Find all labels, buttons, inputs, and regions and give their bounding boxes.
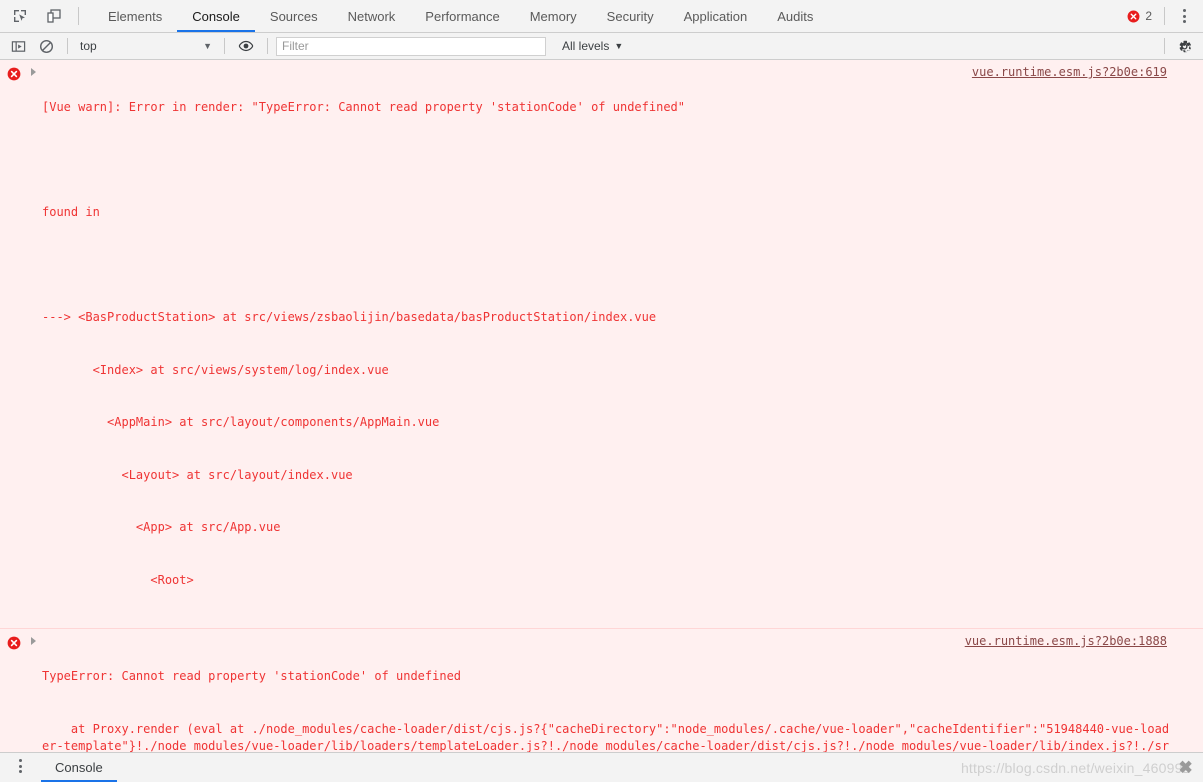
inspect-element-glyph (14, 10, 26, 22)
devtools-main-menu-icon[interactable] (1171, 3, 1197, 29)
console-toolbar-divider-4 (1164, 38, 1165, 54)
tab-sources[interactable]: Sources (255, 0, 333, 32)
panel-tabs: Elements Console Sources Network Perform… (93, 0, 828, 32)
message-line (42, 152, 1173, 170)
log-level-label: All levels (562, 39, 610, 53)
console-toolbar: top ▼ All levels ▼ (0, 33, 1203, 60)
watermark-mark: ✖ (1178, 757, 1193, 777)
execution-context-selector[interactable]: top ▼ (76, 36, 216, 56)
console-message-error[interactable]: vue.runtime.esm.js?2b0e:1888 TypeError: … (0, 629, 1203, 752)
filter-input[interactable] (276, 36, 546, 56)
console-toolbar-divider-3 (267, 38, 268, 54)
tab-security[interactable]: Security (592, 0, 669, 32)
log-level-selector[interactable]: All levels ▼ (562, 39, 623, 53)
tab-network[interactable]: Network (333, 0, 411, 32)
tab-console-label: Console (192, 8, 240, 24)
console-message-list[interactable]: vue.runtime.esm.js?2b0e:619 [Vue warn]: … (0, 60, 1203, 752)
message-body: TypeError: Cannot read property 'station… (0, 633, 1203, 752)
message-line: TypeError: Cannot read property 'station… (42, 669, 462, 683)
console-settings-icon[interactable] (1171, 35, 1197, 57)
devtools-window: Elements Console Sources Network Perform… (0, 0, 1203, 782)
tab-audits[interactable]: Audits (762, 0, 828, 32)
tab-elements[interactable]: Elements (93, 0, 177, 32)
clear-console-glyph (39, 39, 53, 53)
tab-network-label: Network (347, 8, 396, 24)
message-source-link[interactable]: vue.runtime.esm.js?2b0e:1888 (965, 634, 1167, 648)
device-toolbar-glyph (47, 9, 61, 23)
message-line: <Layout> at src/layout/index.vue (42, 467, 353, 482)
inspect-element-icon[interactable] (6, 3, 34, 29)
message-source-link[interactable]: vue.runtime.esm.js?2b0e:619 (972, 65, 1167, 79)
eye-icon (238, 40, 254, 52)
tab-application-label: Application (683, 8, 748, 24)
tab-memory[interactable]: Memory (515, 0, 592, 32)
tabbar-divider (78, 7, 79, 25)
live-expression-icon[interactable] (233, 35, 259, 57)
console-toolbar-right (1158, 35, 1197, 57)
tab-memory-label: Memory (529, 8, 577, 24)
tab-performance-label: Performance (425, 8, 500, 24)
tabbar-right: 2 (1121, 0, 1203, 32)
tab-application[interactable]: Application (669, 0, 763, 32)
gear-icon (1179, 40, 1191, 52)
console-sidebar-icon[interactable] (5, 35, 31, 57)
message-line: <AppMain> at src/layout/components/AppMa… (42, 415, 440, 429)
devtools-drawer: Console https://blog.csdn.net/weixin_460… (0, 752, 1203, 782)
message-body: [Vue warn]: Error in render: "TypeError:… (0, 64, 1203, 624)
message-line: <Root> (42, 572, 194, 587)
error-icon (7, 636, 21, 650)
message-line: ---> <BasProductStation> at src/views/zs… (42, 310, 657, 324)
message-line: at Proxy.render (eval at ./node_modules/… (42, 721, 1173, 753)
device-toolbar-icon[interactable] (40, 3, 68, 29)
devtools-tabbar: Elements Console Sources Network Perform… (0, 0, 1203, 33)
console-sidebar-glyph (11, 40, 25, 52)
error-icon (1127, 10, 1140, 22)
tab-audits-label: Audits (777, 8, 814, 24)
expand-arrow-icon[interactable] (31, 68, 36, 76)
message-line: <Index> at src/views/system/log/index.vu… (42, 362, 389, 377)
error-icon (7, 67, 21, 81)
clear-console-icon[interactable] (33, 35, 59, 57)
console-message-warning[interactable]: vue.runtime.esm.js?2b0e:619 [Vue warn]: … (0, 60, 1203, 629)
drawer-tab-console-label: Console (55, 760, 103, 775)
expand-arrow-icon[interactable] (31, 637, 36, 645)
tab-security-label: Security (606, 8, 654, 24)
chevron-down-icon: ▼ (203, 41, 212, 51)
error-count-value: 2 (1145, 9, 1152, 23)
watermark: https://blog.csdn.net/weixin_460992 ✖ (961, 758, 1193, 778)
tabbar-left-icons (0, 0, 87, 32)
console-toolbar-divider-1 (67, 38, 68, 54)
message-line (42, 257, 1173, 275)
console-toolbar-divider-2 (224, 38, 225, 54)
tabbar-right-divider (1164, 7, 1165, 25)
chevron-down-icon: ▼ (614, 41, 624, 51)
tab-console[interactable]: Console (177, 0, 255, 32)
drawer-tabs: Console (41, 753, 117, 782)
drawer-menu-icon[interactable] (7, 753, 33, 779)
tab-elements-label: Elements (108, 8, 163, 24)
error-count-badge[interactable]: 2 (1121, 9, 1158, 23)
drawer-tab-console[interactable]: Console (41, 753, 117, 782)
stack-eval-text: at Proxy.render (eval at ./node_modules/… (42, 721, 1170, 753)
message-line: found in (42, 205, 100, 219)
tab-sources-label: Sources (269, 8, 318, 24)
message-line: <App> at src/App.vue (42, 520, 281, 534)
watermark-text: https://blog.csdn.net/weixin_460992 (960, 759, 1191, 776)
execution-context-value: top (80, 39, 97, 53)
tab-performance[interactable]: Performance (410, 0, 514, 32)
message-line: [Vue warn]: Error in render: "TypeError:… (42, 100, 685, 114)
